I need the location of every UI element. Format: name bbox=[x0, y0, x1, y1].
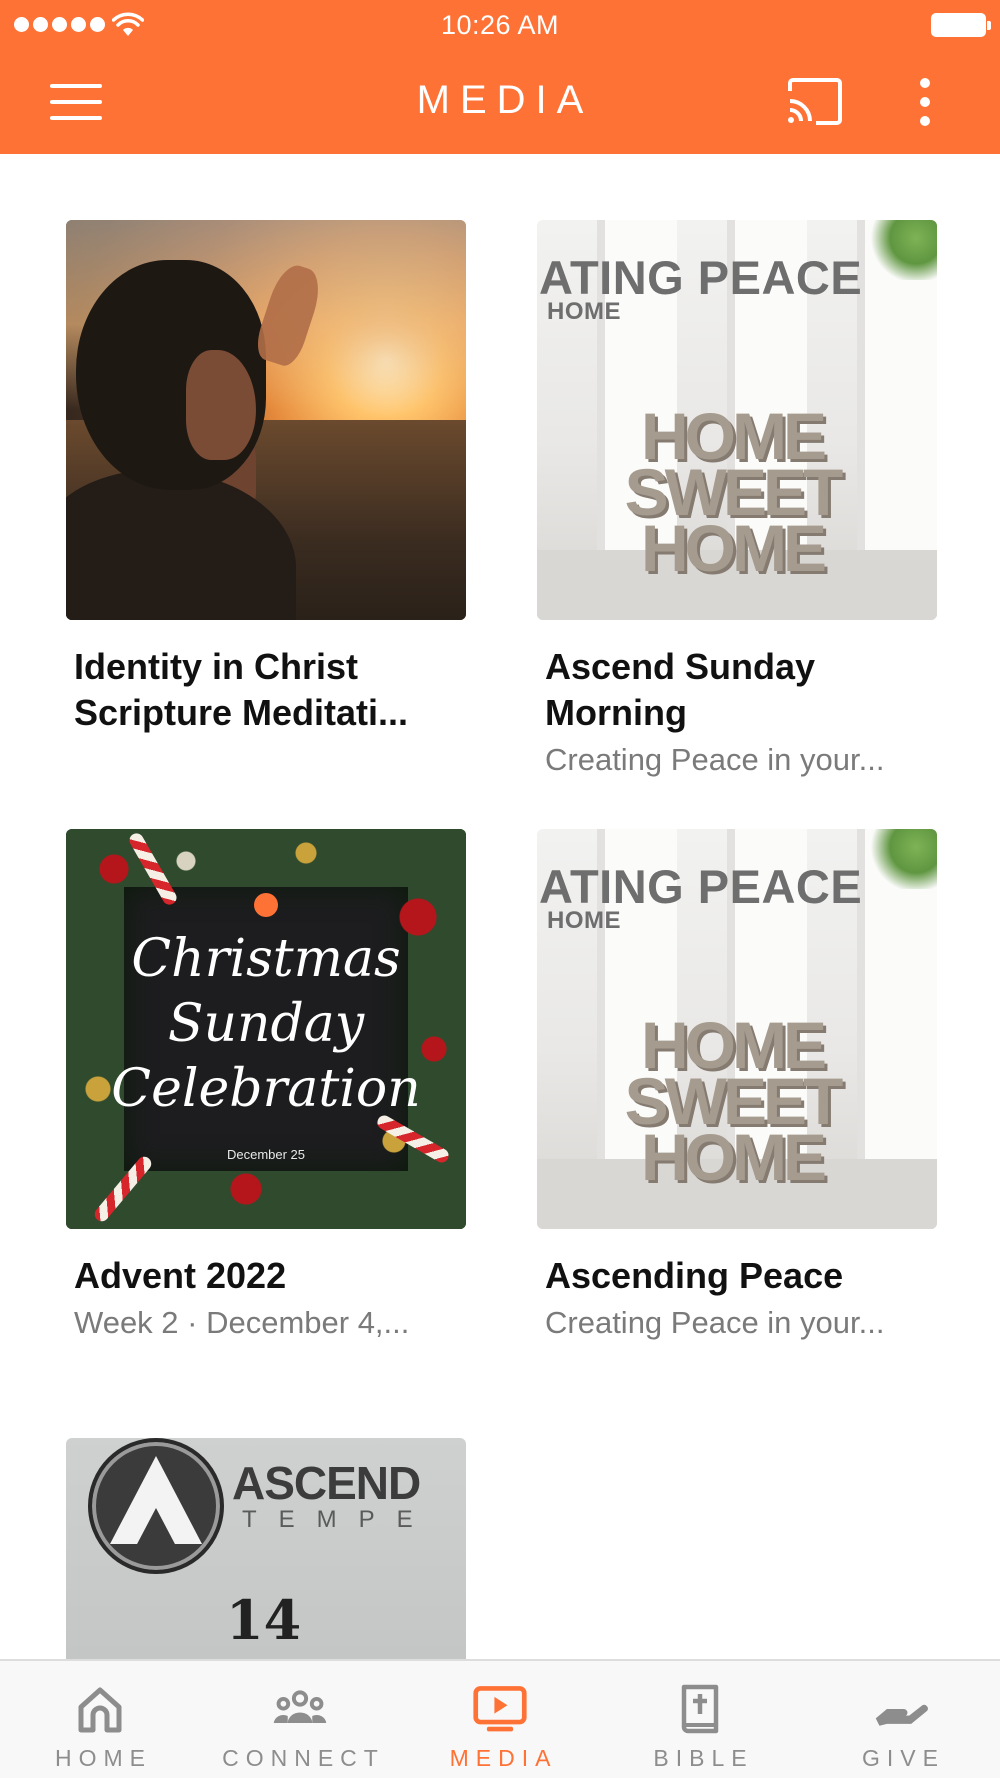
thumbnail-script-line: Celebration bbox=[111, 1059, 421, 1119]
thumbnail-script-line: Sunday bbox=[167, 994, 365, 1054]
give-hand-icon bbox=[875, 1704, 928, 1726]
media-card-subtitle: Creating Peace in your... bbox=[545, 1305, 885, 1340]
thumbnail-script-line: Christmas bbox=[131, 929, 401, 989]
home-icon bbox=[78, 1687, 122, 1733]
media-card-subtitle: Creating Peace in your... bbox=[545, 742, 885, 777]
status-bar: 10:26 AM bbox=[0, 0, 1000, 50]
media-card-title: Advent 2022 bbox=[74, 1255, 287, 1296]
thumbnail-number: 14 bbox=[226, 1588, 302, 1652]
tab-home[interactable]: HOME bbox=[0, 1661, 200, 1778]
tab-connect[interactable]: CONNECT bbox=[200, 1661, 400, 1778]
tab-label: GIVE bbox=[862, 1745, 945, 1771]
thumbnail-brand: ASCEND bbox=[232, 1457, 421, 1509]
bible-icon bbox=[681, 1684, 719, 1734]
more-dot bbox=[920, 97, 930, 107]
thumbnail-sign: HOME SWEET HOME bbox=[624, 1008, 844, 1194]
media-thumbnail bbox=[66, 220, 466, 620]
tab-label: HOME bbox=[55, 1745, 152, 1771]
thumbnail-date: December 25 bbox=[226, 1147, 306, 1162]
media-card[interactable]: Christmas Sunday Celebration December 25… bbox=[66, 829, 466, 1343]
status-time: 10:26 AM bbox=[440, 10, 560, 40]
thumbnail-subheading: HOME bbox=[547, 907, 621, 934]
thumbnail-brand-sub: TEMPE bbox=[242, 1506, 435, 1533]
media-card-subtitle: Week 2 · December 4,... bbox=[74, 1305, 410, 1340]
cast-icon[interactable] bbox=[786, 77, 844, 127]
media-card[interactable]: ATING PEACE HOME HOME SWEET HOME Ascend … bbox=[537, 220, 937, 780]
brand-logo-icon bbox=[254, 893, 278, 917]
media-card-title: Ascending Peace bbox=[545, 1255, 844, 1296]
media-thumbnail: ATING PEACE HOME HOME SWEET HOME bbox=[537, 220, 937, 620]
thumbnail-heading: ATING PEACE bbox=[539, 860, 863, 913]
more-dot bbox=[920, 116, 930, 126]
tv-play-icon bbox=[473, 1686, 527, 1732]
media-card[interactable]: ASCEND TEMPE 14 bbox=[66, 1438, 466, 1660]
media-card[interactable]: Identity in Christ Scripture Meditati... bbox=[66, 220, 466, 736]
app-header: 10:26 AM MEDIA bbox=[0, 0, 1000, 154]
bottom-tab-bar: HOME CONNECT MEDIA BIBLE GIVE bbox=[0, 1659, 1000, 1778]
media-card-title: Identity in Christ Scripture Meditati... bbox=[74, 646, 409, 733]
media-card[interactable]: ATING PEACE HOME HOME SWEET HOME Ascendi… bbox=[537, 829, 937, 1343]
thumbnail-subheading: HOME bbox=[547, 298, 621, 325]
tab-bible[interactable]: BIBLE bbox=[600, 1661, 800, 1778]
more-options-button[interactable] bbox=[905, 74, 945, 130]
tab-label: BIBLE bbox=[653, 1745, 754, 1771]
media-thumbnail: ASCEND TEMPE 14 bbox=[66, 1438, 466, 1660]
tab-media[interactable]: MEDIA bbox=[400, 1661, 600, 1778]
media-grid[interactable]: Identity in Christ Scripture Meditati...… bbox=[0, 154, 1000, 1660]
tab-label: CONNECT bbox=[222, 1745, 385, 1771]
battery-icon bbox=[931, 13, 991, 37]
more-dot bbox=[920, 78, 930, 88]
thumbnail-sign: HOME SWEET HOME bbox=[624, 399, 844, 585]
thumbnail-heading: ATING PEACE bbox=[539, 251, 863, 304]
tab-label: MEDIA bbox=[449, 1745, 558, 1771]
media-card-title: Ascend Sunday Morning bbox=[545, 646, 816, 733]
page-title: MEDIA bbox=[416, 78, 594, 122]
people-icon bbox=[273, 1690, 327, 1723]
nav-bar: MEDIA bbox=[0, 60, 1000, 144]
media-thumbnail: Christmas Sunday Celebration December 25 bbox=[66, 829, 466, 1229]
tab-give[interactable]: GIVE bbox=[800, 1661, 1000, 1778]
media-thumbnail: ATING PEACE HOME HOME SWEET HOME bbox=[537, 829, 937, 1229]
